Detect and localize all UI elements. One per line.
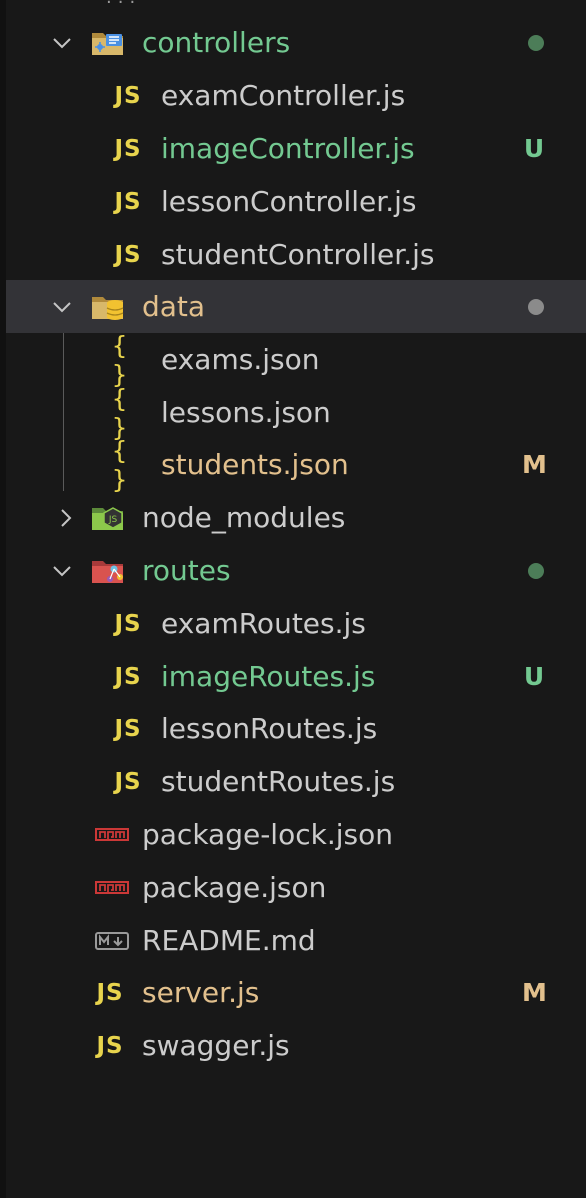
folder-controllers[interactable]: controllers [6,16,586,69]
js-icon: JS [96,1032,124,1059]
markdown-icon [94,923,130,959]
file-imageRoutes[interactable]: JS imageRoutes.js U [6,650,586,703]
git-status-dot [528,562,544,579]
file-examRoutes[interactable]: JS examRoutes.js [6,597,586,650]
npm-icon [94,870,130,906]
file-package-lock-json[interactable]: package-lock.json [6,808,586,861]
file-label: swagger.js [142,1029,290,1062]
file-label: studentRoutes.js [161,765,396,798]
js-icon: JS [114,241,142,268]
git-status-dot [528,34,544,51]
js-icon: JS [114,610,142,637]
file-label: exams.json [161,343,320,376]
git-status-badge: M [522,978,547,1007]
file-server-js[interactable]: JS server.js M [6,966,586,1019]
file-label: lessonController.js [161,185,417,218]
folder-node-icon: JS [90,500,126,536]
file-label: README.md [142,924,316,957]
js-icon: JS [114,188,142,215]
folder-label: data [142,290,206,323]
file-label: imageRoutes.js [161,660,376,693]
file-studentRoutes[interactable]: JS studentRoutes.js [6,755,586,808]
js-icon: JS [114,663,142,690]
file-label: students.json [161,448,349,481]
chevron-down-icon[interactable] [52,561,72,581]
file-label: server.js [142,976,260,1009]
folder-node-modules[interactable]: JS node_modules [6,491,586,544]
folder-label: routes [142,554,231,587]
file-examController[interactable]: JS examController.js [6,69,586,122]
file-label: package.json [142,871,327,904]
svg-text:JS: JS [108,515,118,525]
js-icon: JS [114,135,142,162]
file-swagger-js[interactable]: JS swagger.js [6,1019,586,1072]
git-status-badge: U [523,134,545,163]
file-label: examController.js [161,79,406,112]
chevron-down-icon[interactable] [52,33,72,53]
js-icon: JS [114,768,142,795]
json-icon: { } [112,330,132,389]
folder-label: node_modules [142,501,346,534]
file-lessonController[interactable]: JS lessonController.js [6,175,586,228]
file-label: lessonRoutes.js [161,712,378,745]
folder-routes[interactable]: routes [6,544,586,597]
scrolled-off-row-hint: ··· [106,0,142,13]
file-package-json[interactable]: package.json [6,861,586,914]
file-readme-md[interactable]: README.md [6,914,586,967]
file-label: package-lock.json [142,818,393,851]
file-label: examRoutes.js [161,607,366,640]
json-icon: { } [112,383,132,442]
folder-data[interactable]: data [6,280,586,333]
json-icon: { } [112,435,132,494]
file-label: studentController.js [161,238,435,271]
js-icon: JS [114,82,142,109]
js-icon: JS [114,715,142,742]
folder-routes-icon [90,553,126,589]
file-explorer: ··· controllers JS examController.js JS … [0,0,586,1198]
chevron-down-icon[interactable] [52,297,72,317]
file-lessonRoutes[interactable]: JS lessonRoutes.js [6,702,586,755]
file-label: imageController.js [161,132,415,165]
folder-controllers-icon [90,25,126,61]
folder-database-icon [90,289,126,325]
file-lessons-json[interactable]: { } lessons.json [6,383,586,442]
git-status-dot [528,298,544,315]
file-label: lessons.json [161,396,331,429]
js-icon: JS [96,979,124,1006]
file-imageController[interactable]: JS imageController.js U [6,122,586,175]
git-status-badge: M [522,450,547,479]
git-status-badge: U [523,662,545,691]
chevron-right-icon[interactable] [56,508,76,528]
npm-icon [94,817,130,853]
folder-label: controllers [142,26,291,59]
file-exams-json[interactable]: { } exams.json [6,330,586,389]
file-students-json[interactable]: { } students.json M [6,435,586,494]
file-studentController[interactable]: JS studentController.js [6,228,586,281]
